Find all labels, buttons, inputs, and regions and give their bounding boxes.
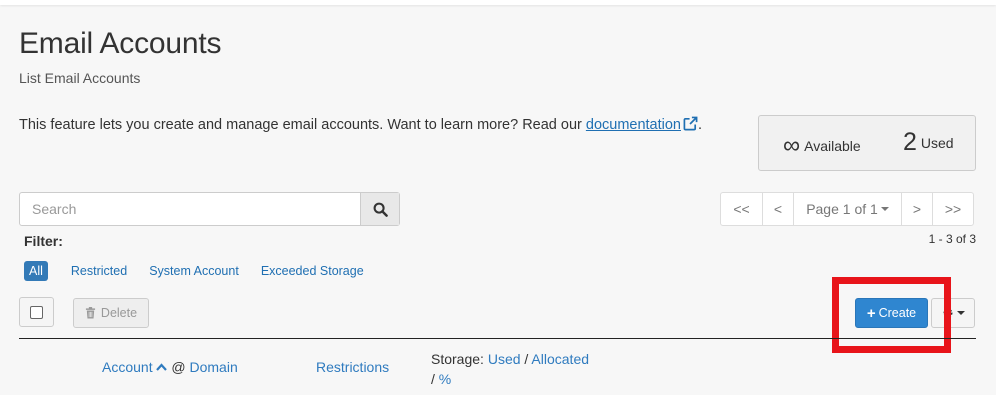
highlight-box xyxy=(832,277,951,353)
filter-options: All Restricted System Account Exceeded S… xyxy=(24,261,375,281)
pagination: << < Page 1 of 1 > >> xyxy=(720,192,974,226)
top-bar xyxy=(0,0,996,5)
filter-exceeded-storage[interactable]: Exceeded Storage xyxy=(261,264,364,278)
select-all-checkbox[interactable] xyxy=(19,297,54,327)
first-page-button[interactable]: << xyxy=(721,193,762,225)
search-button[interactable] xyxy=(360,193,399,225)
account-column-header: Account @ Domain xyxy=(102,359,238,375)
filter-label: Filter: xyxy=(24,233,63,249)
sort-allocated-link[interactable]: Allocated xyxy=(531,351,589,367)
sort-restrictions-link[interactable]: Restrictions xyxy=(316,359,389,375)
sort-used-link[interactable]: Used xyxy=(488,351,521,367)
available-label: Available xyxy=(804,138,861,154)
table-header-divider xyxy=(19,338,976,339)
sort-percent-link[interactable]: % xyxy=(439,371,451,387)
search-icon xyxy=(373,202,388,217)
next-page-button[interactable]: > xyxy=(901,193,932,225)
search-input[interactable] xyxy=(20,193,361,225)
filter-system-account[interactable]: System Account xyxy=(149,264,239,278)
filter-restricted[interactable]: Restricted xyxy=(71,264,127,278)
caret-down-icon xyxy=(956,311,965,315)
search-group xyxy=(19,192,400,226)
used-label: Used xyxy=(920,135,954,151)
page-subtitle: List Email Accounts xyxy=(19,70,141,86)
available-stat: ∞ Available xyxy=(783,132,861,160)
last-page-button[interactable]: >> xyxy=(932,193,973,225)
results-range: 1 - 3 of 3 xyxy=(928,232,976,246)
filter-all[interactable]: All xyxy=(24,261,48,281)
used-value: 2 xyxy=(903,128,917,156)
delete-button[interactable]: Delete xyxy=(73,298,149,328)
intro-text: This feature lets you create and manage … xyxy=(19,116,703,133)
sort-ascending-icon[interactable] xyxy=(156,363,168,371)
checkbox-square xyxy=(30,305,43,319)
sort-domain-link[interactable]: Domain xyxy=(189,359,237,375)
available-value: ∞ xyxy=(783,132,801,159)
page-title: Email Accounts xyxy=(19,27,222,60)
prev-page-button[interactable]: < xyxy=(762,193,793,225)
sort-account-link[interactable]: Account xyxy=(102,359,153,375)
documentation-link[interactable]: documentation xyxy=(586,117,681,133)
used-stat: 2 Used xyxy=(903,128,954,157)
caret-down-icon xyxy=(880,207,889,211)
external-link-icon[interactable] xyxy=(683,116,698,131)
storage-column-header: Storage: Used / Allocated / % xyxy=(431,351,590,387)
page-select[interactable]: Page 1 of 1 xyxy=(793,193,901,225)
account-stats: ∞ Available 2 Used xyxy=(758,115,976,171)
trash-icon xyxy=(85,307,96,319)
